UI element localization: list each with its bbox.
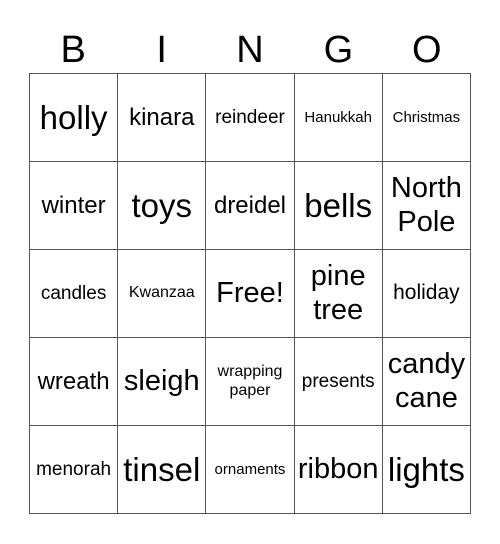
bingo-cell[interactable]: Kwanzaa: [118, 250, 207, 338]
bingo-cell[interactable]: dreidel: [206, 162, 295, 250]
bingo-cell[interactable]: presents: [294, 338, 383, 426]
bingo-cell[interactable]: ribbon: [294, 426, 383, 514]
cell-label: tinsel: [123, 450, 201, 488]
cell-label: dreidel: [213, 191, 287, 219]
header-letter-n: N: [236, 29, 264, 71]
cell-label: kinara: [129, 103, 195, 131]
bingo-cell[interactable]: North Pole: [382, 162, 471, 250]
bingo-cell[interactable]: bells: [294, 162, 383, 250]
bingo-cell[interactable]: Christmas: [382, 74, 471, 162]
cell-label: ribbon: [297, 452, 379, 485]
bingo-cell[interactable]: candy cane: [382, 338, 471, 426]
bingo-header: B I N G O: [29, 28, 471, 72]
bingo-cell[interactable]: ornaments: [206, 426, 295, 514]
free-space-cell[interactable]: Free!: [206, 250, 295, 338]
bingo-cell[interactable]: Hanukkah: [294, 74, 383, 162]
bingo-cell[interactable]: holly: [30, 74, 119, 162]
cell-label: North Pole: [390, 172, 462, 238]
cell-label: Hanukkah: [304, 108, 372, 126]
cell-label: Free!: [216, 276, 284, 309]
bingo-cell[interactable]: winter: [30, 162, 119, 250]
cell-label: menorah: [36, 458, 112, 480]
bingo-cell[interactable]: kinara: [118, 74, 207, 162]
cell-label: ornaments: [214, 460, 286, 478]
cell-label: Kwanzaa: [128, 284, 195, 302]
cell-label: Christmas: [392, 108, 461, 126]
cell-label: candles: [40, 282, 107, 304]
cell-label: wrapping paper: [217, 363, 283, 399]
header-letter-i: I: [156, 29, 167, 71]
bingo-cell[interactable]: wreath: [30, 338, 119, 426]
bingo-cell[interactable]: wrapping paper: [206, 338, 295, 426]
bingo-cell[interactable]: reindeer: [206, 74, 295, 162]
bingo-grid: holly kinara reindeer Hanukkah Christmas wint…: [29, 73, 471, 514]
cell-label: reindeer: [215, 106, 285, 128]
cell-label: candy cane: [387, 348, 466, 414]
header-letter-o: O: [412, 29, 442, 71]
bingo-cell[interactable]: sleigh: [118, 338, 207, 426]
cell-label: pine tree: [310, 260, 366, 326]
cell-label: holiday: [393, 281, 460, 305]
cell-label: lights: [387, 450, 465, 488]
header-letter-b: B: [60, 29, 86, 71]
header-letter-g: G: [323, 29, 354, 71]
cell-label: winter: [41, 191, 106, 219]
cell-label: bells: [304, 186, 373, 224]
bingo-cell[interactable]: tinsel: [118, 426, 207, 514]
cell-label: sleigh: [123, 364, 200, 397]
bingo-cell[interactable]: toys: [118, 162, 207, 250]
bingo-cell[interactable]: menorah: [30, 426, 119, 514]
bingo-cell[interactable]: holiday: [382, 250, 471, 338]
cell-label: holly: [39, 98, 108, 136]
cell-label: wreath: [37, 367, 110, 395]
cell-label: presents: [301, 370, 375, 392]
cell-label: toys: [131, 186, 193, 224]
bingo-cell[interactable]: candles: [30, 250, 119, 338]
bingo-cell[interactable]: pine tree: [294, 250, 383, 338]
bingo-cell[interactable]: lights: [382, 426, 471, 514]
